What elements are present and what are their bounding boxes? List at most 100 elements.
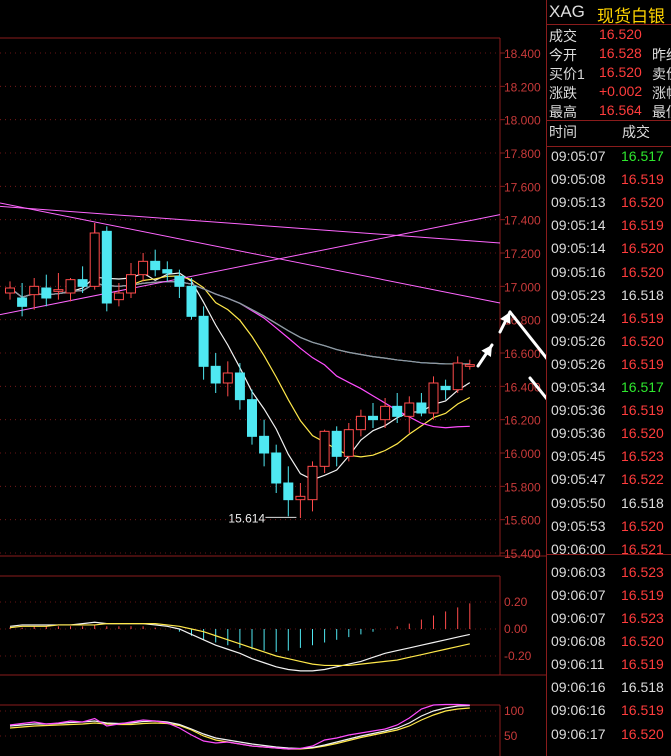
quote-row: 买价1 16.520 卖价 bbox=[547, 64, 671, 84]
candle-body bbox=[41, 287, 52, 299]
quote-extra-label: 卖价 bbox=[652, 66, 671, 82]
tick-row[interactable]: 09:06:08 16.520 bbox=[547, 633, 671, 656]
candle-body bbox=[380, 405, 391, 421]
candle-body bbox=[247, 399, 257, 437]
tick-time: 09:05:14 bbox=[551, 240, 606, 257]
candle-body bbox=[440, 385, 451, 391]
tick-price: 16.520 bbox=[621, 633, 664, 650]
candle-body bbox=[355, 415, 366, 431]
kline-chart[interactable]: 18.400 18.200 18.000 17.800 17.600 17.400 17.2… bbox=[0, 0, 546, 756]
tick-row[interactable]: 09:05:45 16.523 bbox=[547, 448, 671, 471]
candle-body bbox=[162, 269, 173, 274]
macd-tick-label: 0.00 bbox=[504, 622, 528, 636]
oscillator-panel: 100 50 bbox=[0, 703, 524, 756]
price-tick-label: 17.800 bbox=[504, 147, 541, 161]
tick-time: 09:05:14 bbox=[551, 217, 606, 234]
candle-body bbox=[126, 274, 136, 294]
candle-body bbox=[17, 297, 28, 307]
tick-row[interactable]: 09:05:14 16.519 bbox=[547, 217, 671, 240]
candle-body bbox=[29, 285, 40, 296]
tick-price: 16.517 bbox=[621, 379, 664, 395]
tick-row[interactable]: 09:06:00 16.521 bbox=[547, 541, 671, 564]
candle-body bbox=[210, 365, 221, 384]
tick-row[interactable]: 09:05:13 16.520 bbox=[547, 194, 671, 217]
price-tick-label: 15.600 bbox=[504, 514, 541, 528]
candle-body bbox=[65, 279, 76, 294]
candle-body bbox=[150, 260, 161, 271]
tick-row[interactable]: 09:05:24 16.519 bbox=[547, 310, 671, 333]
instrument-header: XAG 现货白银 bbox=[547, 2, 671, 26]
tick-time: 09:05:50 bbox=[551, 494, 606, 511]
tick-row[interactable]: 09:05:07 16.517 bbox=[547, 148, 671, 171]
macd-panel: 0.20 0.00 -0.20 bbox=[0, 575, 546, 676]
tick-row[interactable]: 09:05:53 16.520 bbox=[547, 518, 671, 541]
tick-row[interactable]: 09:06:03 16.523 bbox=[547, 564, 671, 587]
candle-body bbox=[416, 402, 427, 414]
tick-time: 09:05:08 bbox=[551, 171, 606, 188]
price-tick-label: 18.200 bbox=[504, 80, 541, 94]
osc-tick-label: 100 bbox=[504, 704, 524, 718]
tick-price: 16.520 bbox=[621, 517, 664, 534]
tick-time: 09:05:07 bbox=[551, 148, 606, 164]
tick-row[interactable]: 09:05:50 16.518 bbox=[547, 495, 671, 518]
tick-row[interactable]: 09:06:11 16.519 bbox=[547, 656, 671, 679]
tick-row[interactable]: 09:05:23 16.518 bbox=[547, 287, 671, 310]
tick-time: 09:05:45 bbox=[551, 448, 606, 465]
tick-time: 09:05:36 bbox=[551, 425, 606, 442]
tick-price: 16.522 bbox=[621, 471, 664, 488]
candle-body bbox=[404, 402, 415, 417]
tick-row[interactable]: 09:05:26 16.520 bbox=[547, 333, 671, 356]
tick-row[interactable]: 09:06:07 16.519 bbox=[547, 587, 671, 610]
tick-time: 09:06:16 bbox=[551, 679, 606, 696]
quote-row: 涨跌 +0.002 涨幅 bbox=[547, 83, 671, 103]
candle-body bbox=[138, 260, 149, 276]
candles bbox=[5, 223, 475, 518]
tick-row[interactable]: 09:06:16 16.518 bbox=[547, 679, 671, 702]
tick-time: 09:06:16 bbox=[551, 702, 606, 719]
trend-line-rising bbox=[0, 214, 501, 316]
tick-time: 09:05:26 bbox=[551, 332, 606, 349]
tick-price: 16.518 bbox=[621, 494, 664, 511]
price-tick-label: 16.600 bbox=[504, 347, 541, 361]
tick-price: 16.520 bbox=[621, 725, 664, 742]
tick-price: 16.519 bbox=[621, 217, 664, 234]
candle-body bbox=[392, 405, 403, 417]
ma80-line bbox=[9, 280, 470, 365]
quote-row: 最高 16.564 最低 bbox=[547, 102, 671, 122]
quote-label: 涨跌 bbox=[549, 85, 577, 101]
candle-body bbox=[343, 429, 354, 457]
tick-row[interactable]: 09:05:14 16.520 bbox=[547, 240, 671, 263]
annotation-label: 15.614 bbox=[228, 511, 265, 525]
quote-value: 16.520 bbox=[599, 64, 642, 80]
price-tick-label: 15.800 bbox=[504, 480, 541, 494]
tick-time: 09:06:17 bbox=[551, 725, 606, 742]
tick-row[interactable]: 09:06:07 16.523 bbox=[547, 610, 671, 633]
tick-time: 09:06:08 bbox=[551, 633, 606, 650]
tick-row[interactable]: 09:05:26 16.519 bbox=[547, 356, 671, 379]
low-price-annotation: 15.614 bbox=[228, 511, 297, 525]
tick-time: 09:06:07 bbox=[551, 586, 606, 603]
price-tick-label: 17.000 bbox=[504, 280, 541, 294]
price-tick-label: 17.400 bbox=[504, 214, 541, 228]
tick-row[interactable]: 09:05:36 16.519 bbox=[547, 402, 671, 425]
tick-row[interactable]: 09:05:08 16.519 bbox=[547, 171, 671, 194]
tick-row[interactable]: 09:05:36 16.520 bbox=[547, 425, 671, 448]
tick-row[interactable]: 09:05:16 16.520 bbox=[547, 264, 671, 287]
tick-separator bbox=[547, 554, 671, 555]
ma60-line bbox=[9, 280, 470, 365]
candle-body bbox=[222, 372, 233, 384]
osc-tick-label: 50 bbox=[504, 729, 518, 743]
tick-row[interactable]: 09:05:34 16.517 bbox=[547, 379, 671, 402]
ticks-header-time: 时间 bbox=[549, 124, 577, 140]
tick-row[interactable]: 09:06:17 16.520 bbox=[547, 726, 671, 749]
tick-price: 16.518 bbox=[621, 679, 664, 696]
tick-price: 16.519 bbox=[621, 586, 664, 603]
candle-body bbox=[283, 482, 294, 501]
tick-row[interactable]: 09:06:16 16.519 bbox=[547, 702, 671, 725]
quote-value: +0.002 bbox=[599, 83, 643, 99]
candle-body bbox=[113, 292, 124, 301]
tick-time: 09:06:07 bbox=[551, 610, 606, 626]
tick-price: 16.518 bbox=[621, 286, 664, 303]
tick-row[interactable]: 09:05:47 16.522 bbox=[547, 471, 671, 494]
quote-label: 今开 bbox=[549, 47, 577, 63]
